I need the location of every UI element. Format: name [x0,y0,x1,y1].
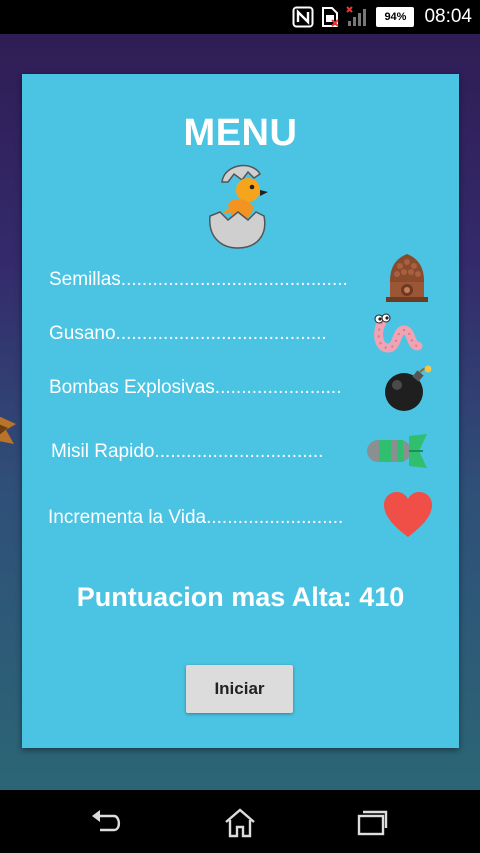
status-icons: 94% 08:04 [292,0,472,34]
item-label-bombas: Bombas Explosivas.......................… [49,377,342,398]
navigation-bar [0,790,480,853]
missile-icon [361,432,431,475]
seed-house-icon [384,252,430,309]
start-button[interactable]: Iniciar [186,665,293,713]
worm-icon [372,312,424,359]
back-icon[interactable] [90,808,124,841]
battery-icon: 94% [376,7,415,27]
status-clock: 08:04 [424,6,472,27]
item-label-vida: Incrementa la Vida......................… [48,507,344,528]
item-label-misil: Misil Rapido............................… [51,441,324,462]
menu-panel: MENU Semillas...........................… [22,74,459,748]
battery-percent: 94% [384,11,407,23]
heart-icon [382,491,434,544]
recents-icon[interactable] [356,808,388,841]
bomb-icon [382,364,434,419]
high-score-label: Puntuacion mas Alta: 410 [76,582,405,612]
menu-title: MENU [183,112,298,154]
enemy-bird-icon [0,410,20,455]
sim-missing-icon [320,6,340,28]
status-bar: 94% 08:04 [0,0,480,34]
item-label-semillas: Semillas................................… [49,269,348,290]
home-icon[interactable] [223,808,257,843]
chick-in-egg-icon [208,156,272,257]
nfc-icon [292,6,314,28]
item-label-gusano: Gusano..................................… [49,323,327,344]
signal-icon [346,6,370,28]
